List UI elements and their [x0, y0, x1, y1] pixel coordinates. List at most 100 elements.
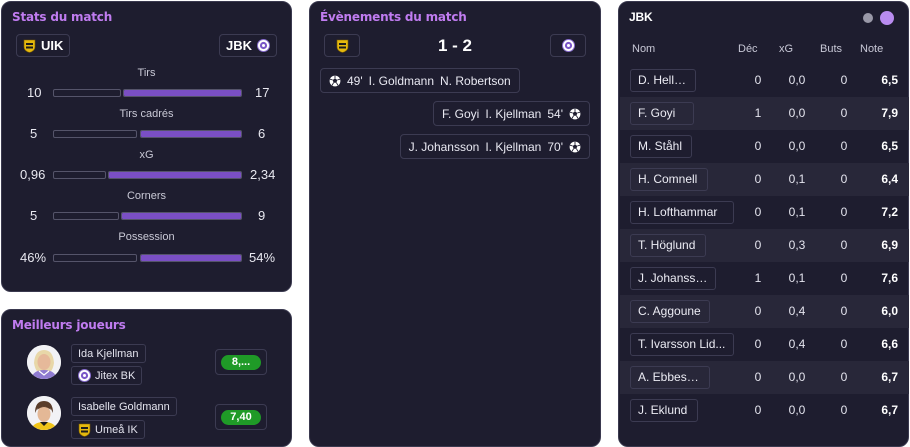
table-row[interactable]: F. Goyi 1 0,0 0 7,9	[620, 97, 909, 130]
player-name-chip[interactable]: H. Comnell	[630, 168, 708, 191]
stat-away-bar	[121, 212, 242, 220]
player-name-chip[interactable]: D. Hellwig	[630, 69, 696, 92]
event-minute: 49'	[347, 73, 363, 88]
player-name-chip[interactable]: H. Lofthammar	[630, 201, 734, 224]
player-name: Isabelle Goldmann	[78, 400, 170, 413]
cell-goals: 0	[840, 370, 848, 384]
away-team-chip[interactable]: JBK	[218, 34, 277, 57]
cell-xg: 0,3	[788, 238, 806, 252]
player-rating-badge: 8,...	[221, 354, 261, 370]
player-team-chip[interactable]: Jitex BK	[71, 366, 143, 385]
event-scorer: I. Goldmann	[368, 73, 435, 88]
stat-label: Tirs cadrés	[119, 108, 174, 120]
table-row[interactable]: T. Ivarsson Lid... 0 0,4 0 6,6	[620, 328, 909, 361]
column-header-dec[interactable]: Déc	[738, 43, 758, 55]
stat-away-value: 54%	[249, 250, 276, 265]
table-row[interactable]: J. Eklund 0 0,0 0 6,7	[620, 394, 909, 427]
cell-xg: 0,0	[788, 403, 806, 417]
cell-goals: 0	[840, 403, 848, 417]
player-name-chip[interactable]: T. Höglund	[630, 234, 706, 257]
event-scorer: J. Johansson	[408, 139, 480, 154]
column-header-name[interactable]: Nom	[632, 43, 655, 55]
table-team-title: JBK	[629, 10, 653, 24]
table-row[interactable]: J. Johansson 1 0,1 0 7,6	[620, 262, 909, 295]
goal-event-home[interactable]: 49' I. Goldmann N. Robertson	[320, 68, 520, 93]
cell-dec: 0	[754, 403, 762, 417]
player-name-chip[interactable]: J. Johansson	[630, 267, 716, 290]
cell-note: 6,7	[881, 403, 898, 417]
cell-dec: 0	[754, 172, 762, 186]
player-team: Umeå IK	[95, 423, 138, 436]
cell-goals: 0	[840, 205, 848, 219]
table-row[interactable]: T. Höglund 0 0,3 0 6,9	[620, 229, 909, 262]
cell-xg: 0,4	[788, 337, 806, 351]
match-stats-title: Stats du match	[12, 10, 113, 24]
ball-icon	[569, 108, 581, 119]
player-name-chip[interactable]: Ida Kjellman	[71, 344, 146, 363]
cell-dec: 0	[754, 370, 762, 384]
stat-label: Tirs	[137, 67, 156, 79]
stat-away-value: 6	[258, 126, 266, 141]
cell-xg: 0,1	[788, 205, 806, 219]
goal-event-away[interactable]: F. Goyi I. Kjellman 54'	[432, 101, 590, 126]
cell-dec: 0	[754, 238, 762, 252]
goal-event-away[interactable]: J. Johansson I. Kjellman 70'	[399, 134, 590, 159]
table-row[interactable]: D. Hellwig 0 0,0 0 6,5	[620, 64, 909, 97]
cell-note: 6,5	[881, 73, 898, 87]
stat-away-value: 9	[258, 208, 266, 223]
cell-dec: 1	[754, 106, 762, 120]
table-row[interactable]: M. Ståhl 0 0,0 0 6,5	[620, 130, 909, 163]
stat-away-bar	[140, 130, 242, 138]
player-name-chip[interactable]: T. Ivarsson Lid...	[630, 333, 734, 356]
player-name-chip[interactable]: F. Goyi	[630, 102, 694, 125]
cell-goals: 0	[840, 172, 848, 186]
cell-dec: 0	[754, 304, 762, 318]
cell-goals: 0	[840, 238, 848, 252]
stat-home-value: 0,96	[20, 167, 46, 182]
uik-logo-icon	[23, 39, 36, 53]
player-name-chip[interactable]: J. Eklund	[630, 399, 698, 422]
column-header-xg[interactable]: xG	[779, 43, 793, 55]
stat-away-value: 2,34	[250, 167, 276, 182]
player-name-chip[interactable]: M. Ståhl	[630, 135, 692, 158]
table-row[interactable]: H. Comnell 0 0,1 0 6,4	[620, 163, 909, 196]
stat-home-bar	[53, 171, 106, 179]
home-team-chip[interactable]: UIK	[16, 34, 71, 57]
team-toggle-dot-purple[interactable]	[880, 11, 894, 25]
stat-label: Corners	[126, 190, 167, 202]
stat-label: xG	[139, 149, 154, 161]
player-team-chip[interactable]: Umeå IK	[71, 420, 145, 439]
player-name-chip[interactable]: C. Aggoune	[630, 300, 710, 323]
cell-goals: 0	[840, 139, 848, 153]
stat-label: Possession	[118, 231, 175, 243]
player-name-chip[interactable]: A. Ebbesson	[630, 366, 710, 389]
uik-logo-icon	[78, 423, 91, 437]
match-stats-panel: Stats du match UIK JBK Tirs 10 17 Tirs c…	[1, 1, 292, 292]
event-minute: 54'	[547, 106, 563, 121]
best-players-title: Meilleurs joueurs	[12, 318, 126, 332]
column-header-note[interactable]: Note	[860, 43, 883, 55]
player-name: Ida Kjellman	[78, 347, 139, 360]
cell-dec: 0	[754, 139, 762, 153]
event-assist: I. Kjellman	[485, 106, 542, 121]
cell-xg: 0,0	[788, 106, 806, 120]
table-row[interactable]: A. Ebbesson 0 0,0 0 6,7	[620, 361, 909, 394]
stat-home-bar	[53, 130, 137, 138]
cell-goals: 0	[840, 106, 848, 120]
jbk-logo-icon	[78, 369, 91, 382]
cell-note: 6,9	[881, 238, 898, 252]
stat-away-bar	[108, 171, 242, 179]
stat-away-value: 17	[255, 85, 270, 100]
player-name-chip[interactable]: Isabelle Goldmann	[71, 397, 177, 416]
stat-home-value: 10	[27, 85, 42, 100]
stat-home-bar	[53, 212, 119, 220]
table-row[interactable]: H. Lofthammar 0 0,1 0 7,2	[620, 196, 909, 229]
event-assist: N. Robertson	[440, 73, 511, 88]
cell-note: 7,9	[881, 106, 898, 120]
team-toggle-dot-grey[interactable]	[863, 13, 873, 23]
player-avatar	[27, 396, 61, 430]
away-team-logo-chip[interactable]	[550, 34, 586, 57]
column-header-goals[interactable]: Buts	[820, 43, 842, 55]
player-rating-box: 7,40	[215, 404, 267, 430]
table-row[interactable]: C. Aggoune 0 0,4 0 6,0	[620, 295, 909, 328]
